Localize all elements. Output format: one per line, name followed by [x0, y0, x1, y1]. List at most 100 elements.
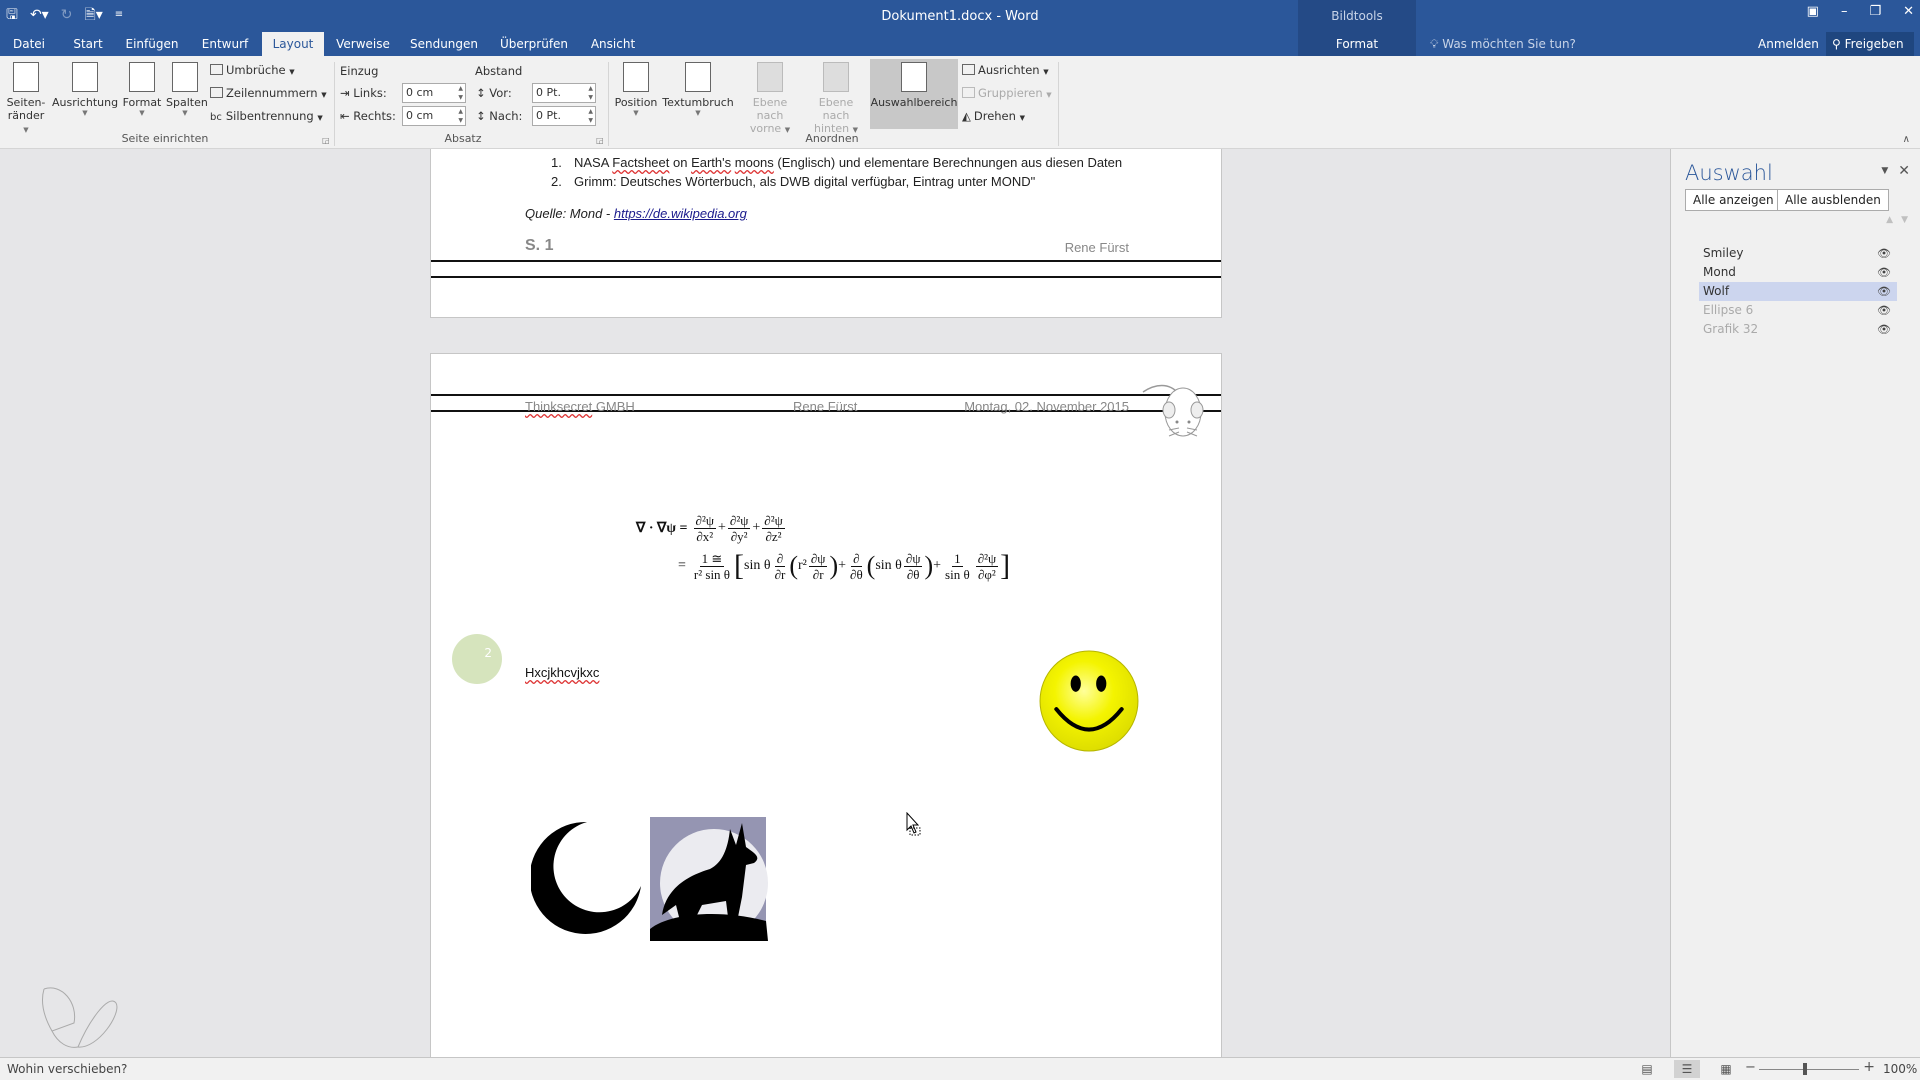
header-rule — [431, 394, 1221, 396]
tab-start[interactable]: Start — [66, 32, 110, 56]
rotate-button[interactable]: ◭ Drehen ▼ — [962, 108, 1025, 126]
rotate-icon: ◭ — [962, 109, 971, 123]
spacing-before-input[interactable]: 0 Pt. ▲ ▼ — [532, 83, 596, 103]
indent-left-input[interactable]: 0 cm ▲ ▼ — [402, 83, 466, 103]
selection-pane: Auswahl ▼ ✕ Alle anzeigen Alle ausblende… — [1670, 149, 1920, 1057]
zoom-in-icon[interactable]: + — [1863, 1059, 1875, 1075]
tab-ueberpruefen[interactable]: Überprüfen — [494, 32, 574, 56]
align-button[interactable]: Ausrichten ▼ — [962, 62, 1049, 80]
restore-icon[interactable]: ❐ — [1869, 4, 1881, 19]
equation[interactable]: ∇ · ∇ψ = ∂²ψ ∂x² + ∂²ψ ∂y² + ∂²ψ ∂z² = 1 ≅ r… — [636, 509, 1010, 585]
spinner-arrows-icon[interactable]: ▲ ▼ — [588, 84, 593, 102]
spacing-after-input[interactable]: 0 Pt. ▲ ▼ — [532, 106, 596, 126]
margins-icon — [13, 62, 39, 92]
moon-image[interactable] — [531, 820, 647, 936]
list-item: 2. Grimm: Deutsches Wörterbuch, als DWB d… — [551, 174, 1036, 189]
tab-entwurf[interactable]: Entwurf — [196, 32, 254, 56]
customize-icon[interactable]: ≡ — [115, 6, 123, 24]
wrap-text-button[interactable]: Textumbruch ▼ — [662, 62, 734, 117]
breaks-button[interactable]: Umbrüche ▼ — [210, 62, 295, 80]
tab-layout[interactable]: Layout — [262, 32, 324, 56]
spacing-after-label: ↕ Nach: — [476, 109, 523, 123]
wolf-image[interactable] — [650, 817, 768, 941]
indent-right-input[interactable]: 0 cm ▲ ▼ — [402, 106, 466, 126]
source-link[interactable]: https://de.wikipedia.org — [614, 206, 747, 221]
visibility-eye-icon[interactable]: 👁︎ — [1877, 320, 1891, 339]
chevron-down-icon: ▼ — [139, 109, 145, 117]
orientation-button[interactable]: Ausrichtung ▼ — [52, 62, 118, 117]
tell-me-box[interactable]: 💡︎ Was möchten Sie tun? — [1430, 32, 1576, 56]
save-icon[interactable]: 🖫 — [6, 6, 18, 24]
zoom-level[interactable]: 100% — [1883, 1062, 1917, 1076]
read-mode-icon[interactable]: ▤ — [1634, 1060, 1660, 1078]
selection-item-mond[interactable]: Mond 👁︎ — [1699, 263, 1897, 282]
close-icon[interactable]: ✕ — [1903, 4, 1914, 19]
tab-sendungen[interactable]: Sendungen — [406, 32, 482, 56]
web-layout-icon[interactable]: ▦ — [1713, 1060, 1739, 1078]
undo-icon[interactable]: ↶▾ — [30, 6, 49, 24]
size-button[interactable]: Format ▼ — [122, 62, 162, 117]
columns-button[interactable]: Spalten ▼ — [166, 62, 208, 117]
visibility-eye-icon[interactable]: 👁︎ — [1877, 301, 1891, 320]
dialog-launcher-icon[interactable]: ◲ — [322, 136, 330, 145]
indent-right-label: ⇤ Rechts: — [340, 109, 396, 123]
send-backward-button[interactable]: Ebene nach hinten ▼ — [804, 62, 868, 135]
group-button[interactable]: Gruppieren ▼ — [962, 85, 1052, 103]
spinner-arrows-icon[interactable]: ▲ ▼ — [458, 107, 463, 125]
minimize-icon[interactable]: – — [1841, 4, 1848, 19]
print-layout-icon[interactable]: ☰ — [1674, 1060, 1700, 1078]
spacing-heading: Abstand — [475, 64, 523, 78]
tab-einfuegen[interactable]: Einfügen — [120, 32, 184, 56]
move-down-icon[interactable]: ▼ — [1901, 215, 1908, 225]
selection-item-wolf[interactable]: Wolf 👁︎ — [1699, 282, 1897, 301]
footer-rule — [431, 276, 1221, 278]
visibility-eye-icon[interactable]: 👁︎ — [1877, 244, 1891, 263]
bring-forward-button[interactable]: Ebene nach vorne ▼ — [738, 62, 802, 135]
line-numbers-button[interactable]: Zeilennummern ▼ — [210, 85, 327, 103]
pane-options-icon[interactable]: ▼ — [1881, 163, 1888, 179]
close-icon[interactable]: ✕ — [1898, 163, 1910, 179]
zoom-slider-thumb[interactable] — [1803, 1063, 1807, 1075]
tab-datei[interactable]: Datei — [0, 32, 58, 56]
new-doc-icon[interactable]: 🗎▾ — [84, 6, 102, 24]
ribbon-display-icon[interactable]: ▣ — [1807, 4, 1819, 19]
visibility-eye-icon[interactable]: 👁︎ — [1877, 282, 1891, 301]
tab-verweise[interactable]: Verweise — [332, 32, 394, 56]
mouse-clipart[interactable] — [1139, 372, 1213, 442]
selection-item-ellipse-6[interactable]: Ellipse 6 👁︎ — [1699, 301, 1897, 320]
margins-button[interactable]: Seiten- ränder ▼ — [6, 62, 46, 135]
quick-access-toolbar: 🖫 ↶▾ ↻ 🗎▾ ≡ — [6, 6, 123, 24]
status-bar: Wohin verschieben? ▤ ☰ ▦ − + 100% — [0, 1057, 1920, 1080]
indent-left-label: ⇥ Links: — [340, 86, 387, 100]
dialog-launcher-icon[interactable]: ◲ — [596, 136, 604, 145]
tab-ansicht[interactable]: Ansicht — [586, 32, 640, 56]
ellipse-6[interactable]: 2 — [452, 634, 502, 684]
chevron-down-icon: ▼ — [182, 109, 188, 117]
collapse-ribbon-icon[interactable]: ∧ — [1903, 134, 1910, 145]
signin-link[interactable]: Anmelden — [1758, 32, 1819, 56]
spinner-arrows-icon[interactable]: ▲ ▼ — [458, 84, 463, 102]
spacing-before-icon: ↕ — [476, 86, 486, 100]
selection-item-grafik-32[interactable]: Grafik 32 👁︎ — [1699, 320, 1897, 339]
position-button[interactable]: Position ▼ — [614, 62, 658, 117]
bring-forward-icon — [757, 62, 783, 92]
smiley-image[interactable] — [1038, 650, 1140, 752]
zoom-slider[interactable]: − + — [1745, 1059, 1875, 1078]
page-1[interactable]: 1. NASA Factsheet on Earth's moons (Engli… — [430, 149, 1222, 318]
zoom-out-icon[interactable]: − — [1745, 1060, 1756, 1075]
document-area[interactable]: 1. NASA Factsheet on Earth's moons (Engli… — [0, 149, 1670, 1057]
share-button[interactable]: ⚲ Freigeben — [1826, 32, 1914, 56]
page-2[interactable]: Thinksecret GMBH Rene Fürst Montag, 02. … — [430, 353, 1222, 1057]
show-all-button[interactable]: Alle anzeigen — [1685, 189, 1782, 211]
move-up-icon[interactable]: ▲ — [1886, 215, 1893, 225]
hide-all-button[interactable]: Alle ausblenden — [1777, 189, 1889, 211]
selection-pane-button[interactable]: Auswahlbereich — [870, 59, 958, 129]
selection-list: Smiley 👁︎ Mond 👁︎ Wolf 👁︎ Ellipse 6 👁︎ Grafi… — [1699, 244, 1897, 339]
visibility-eye-icon[interactable]: 👁︎ — [1877, 263, 1891, 282]
tab-format[interactable]: Format — [1298, 32, 1416, 56]
spinner-arrows-icon[interactable]: ▲ ▼ — [588, 107, 593, 125]
hyphenation-button[interactable]: bc Silbentrennung ▼ — [210, 108, 323, 126]
selection-item-smiley[interactable]: Smiley 👁︎ — [1699, 244, 1897, 263]
size-label: Format — [122, 96, 162, 109]
redo-icon[interactable]: ↻ — [61, 6, 73, 24]
